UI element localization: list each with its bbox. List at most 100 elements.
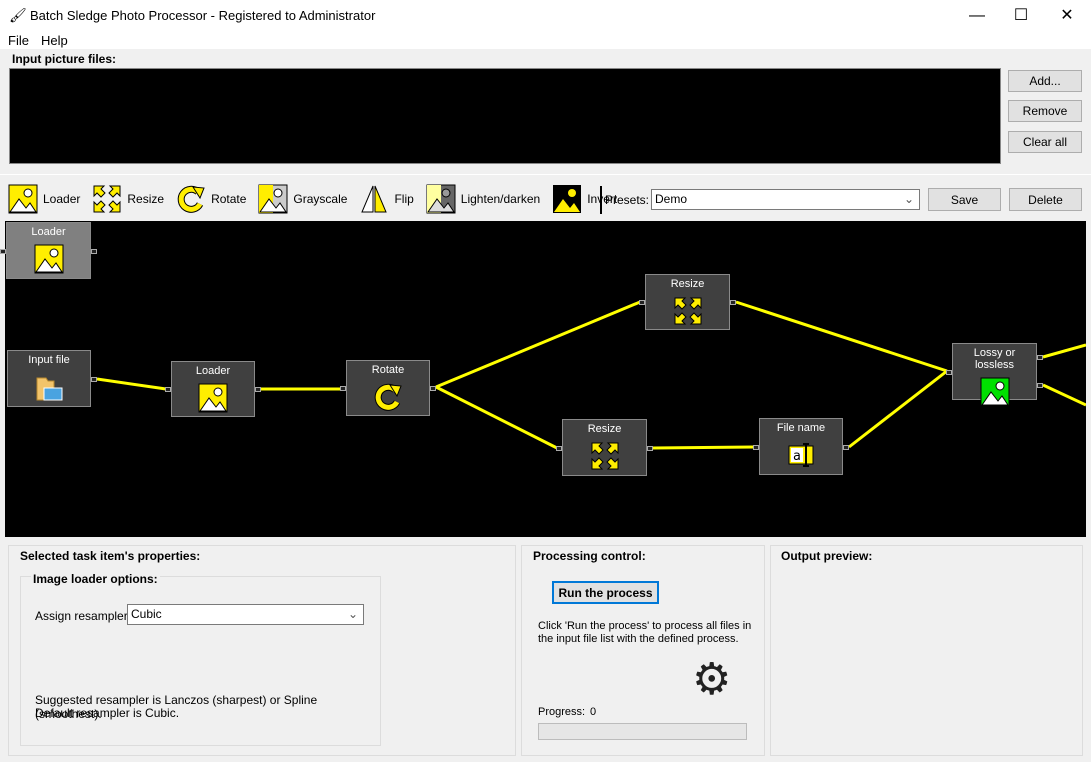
- chevron-down-icon: ⌄: [347, 607, 358, 621]
- tool-label: Lighten/darken: [460, 192, 541, 206]
- graph-link: [1042, 383, 1086, 407]
- graph-link: [652, 445, 755, 450]
- input-port[interactable]: [340, 386, 346, 391]
- output-port[interactable]: [647, 445, 653, 451]
- menu-file[interactable]: File: [8, 33, 29, 48]
- tool-label: Grayscale: [293, 192, 348, 206]
- lighten-darken-icon: [426, 184, 456, 214]
- properties-panel: Selected task item's properties: Image l…: [8, 545, 516, 756]
- graph-link: [1042, 343, 1086, 359]
- clear-all-button[interactable]: Clear all: [1008, 131, 1082, 153]
- lossy-lossless-icon: [980, 377, 1010, 407]
- node-title: Loader: [195, 365, 231, 377]
- menu-bar: File Help: [0, 31, 1091, 49]
- resampler-dropdown[interactable]: Cubic ⌄: [127, 604, 364, 625]
- graph-node-lossy-or-lossless[interactable]: Lossy or lossless: [952, 343, 1037, 407]
- tool-label: Flip: [394, 192, 414, 206]
- output-preview-panel: Output preview:: [770, 545, 1083, 756]
- input-files-label: Input picture files:: [12, 52, 117, 66]
- divider: [0, 174, 1091, 175]
- tool-resize[interactable]: Resize: [92, 184, 164, 214]
- input-port[interactable]: [753, 444, 759, 450]
- output-port[interactable]: [91, 248, 97, 254]
- input-port[interactable]: [639, 300, 645, 305]
- graph-link: [735, 300, 948, 373]
- graph-node-rotate[interactable]: Rotate: [346, 360, 430, 416]
- tool-lighten-darken[interactable]: Lighten/darken: [426, 184, 540, 214]
- input-port[interactable]: [946, 369, 952, 375]
- progress-bar: [538, 723, 747, 740]
- output-port[interactable]: [1037, 355, 1043, 360]
- grayscale-icon: [258, 184, 288, 214]
- preview-title: Output preview:: [781, 549, 873, 563]
- svg-text:a: a: [793, 449, 801, 464]
- graph-node-loader[interactable]: Loader: [6, 222, 91, 279]
- graph-node-loader[interactable]: Loader: [171, 361, 255, 417]
- output-port[interactable]: [255, 387, 261, 392]
- output-port[interactable]: [91, 376, 97, 382]
- presets-label: Presets:: [605, 193, 650, 207]
- node-title: Rotate: [371, 364, 405, 376]
- close-button[interactable]: ✕: [1044, 0, 1090, 31]
- app-icon: 🖌: [9, 7, 27, 23]
- node-title: Loader: [31, 226, 66, 238]
- resampler-value: Cubic: [131, 607, 162, 621]
- task-toolbar: Loader Resize Rotate Grayscale Flip Lighten/d…: [8, 183, 625, 215]
- node-title: Input file: [28, 354, 70, 366]
- graph-node-file-name[interactable]: File name a: [759, 418, 843, 475]
- graph-node-input-file[interactable]: Input file: [7, 350, 91, 407]
- processing-description: Click 'Run the process' to process all f…: [538, 620, 752, 645]
- presets-dropdown[interactable]: Demo ⌄: [651, 189, 920, 210]
- tool-label: Resize: [127, 192, 165, 206]
- input-file-list[interactable]: [9, 68, 1001, 164]
- input-port[interactable]: [165, 387, 171, 392]
- title-bar: 🖌 Batch Sledge Photo Processor - Registe…: [0, 0, 1091, 31]
- graph-link: [848, 369, 948, 449]
- folder-icon: [34, 372, 64, 402]
- maximize-button[interactable]: ☐: [998, 0, 1044, 31]
- output-port[interactable]: [430, 386, 436, 391]
- flip-icon: [359, 184, 389, 214]
- input-port[interactable]: [556, 445, 562, 451]
- graph-links: [96, 300, 1086, 450]
- graph-link: [435, 300, 641, 389]
- default-resampler-hint: Default resampler is Cubic.: [35, 706, 180, 720]
- presets-value: Demo: [655, 192, 688, 206]
- graph-node-resize[interactable]: Resize: [562, 419, 647, 476]
- toolbar-separator: [600, 186, 602, 214]
- tool-grayscale[interactable]: Grayscale: [258, 184, 347, 214]
- tool-label: Loader: [43, 192, 81, 206]
- node-title: Resize: [670, 278, 705, 290]
- delete-preset-button[interactable]: Delete: [1009, 188, 1082, 211]
- image-loader-options-group: Image loader options: Assign resampler: …: [20, 572, 381, 746]
- node-title: Resize: [587, 423, 622, 435]
- menu-help[interactable]: Help: [41, 33, 68, 48]
- tool-loader[interactable]: Loader: [8, 184, 80, 214]
- node-title: File name: [776, 422, 826, 434]
- gears-icon: ⚙: [692, 655, 732, 704]
- output-port[interactable]: [1037, 383, 1043, 388]
- tool-flip[interactable]: Flip: [359, 184, 414, 214]
- add-button[interactable]: Add...: [1008, 70, 1082, 92]
- chevron-down-icon: ⌄: [903, 192, 914, 206]
- loader-icon: [198, 383, 228, 413]
- output-port[interactable]: [730, 300, 736, 305]
- resize-icon: [590, 441, 620, 471]
- minimize-button[interactable]: —: [954, 0, 1000, 31]
- loader-icon: [8, 184, 38, 214]
- file-name-icon: a: [786, 440, 816, 470]
- node-title: Lossy or lossless: [973, 347, 1016, 371]
- tool-rotate[interactable]: Rotate: [176, 184, 246, 214]
- graph-node-resize[interactable]: Resize: [645, 274, 730, 330]
- save-preset-button[interactable]: Save: [928, 188, 1001, 211]
- graph-link: [435, 385, 558, 450]
- input-port[interactable]: [0, 248, 6, 254]
- tool-label: Rotate: [211, 192, 247, 206]
- remove-button[interactable]: Remove: [1008, 100, 1082, 122]
- loader-icon: [34, 244, 64, 274]
- rotate-icon: [176, 184, 206, 214]
- process-graph-canvas[interactable]: Loader Input file Loader Rotate Resize Resize…: [0, 221, 1086, 537]
- output-port[interactable]: [843, 444, 849, 450]
- resize-icon: [673, 296, 703, 326]
- run-process-button[interactable]: Run the process: [552, 581, 659, 604]
